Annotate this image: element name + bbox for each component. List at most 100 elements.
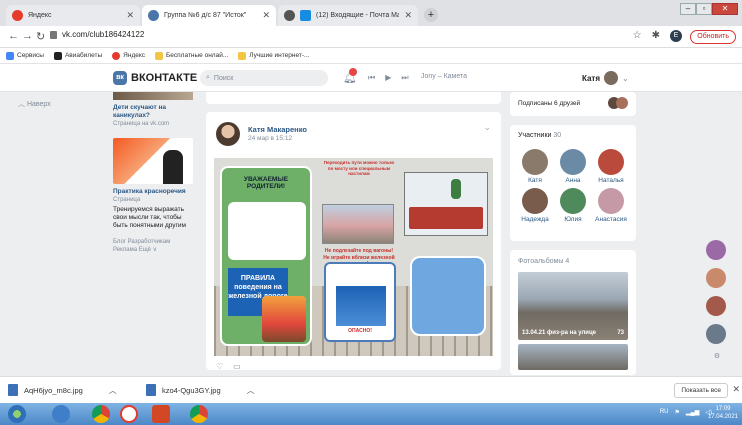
subscribed-friends[interactable]: Подписаны 6 друзей xyxy=(510,92,636,116)
tab-mail[interactable]: (12) Входящие - Почта Mail.ru ✕ xyxy=(278,5,418,26)
ad-image[interactable] xyxy=(113,138,193,184)
close-tab-icon[interactable]: ✕ xyxy=(126,10,134,21)
explorer-icon[interactable] xyxy=(52,405,70,423)
friends-settings-icon[interactable]: ⚙ xyxy=(706,352,728,360)
new-tab-button[interactable]: + xyxy=(424,8,438,22)
bookmark-label: Сервисы xyxy=(17,52,44,59)
user-name: Катя xyxy=(582,73,601,83)
prev-track-icon[interactable]: ⏮ xyxy=(368,73,375,83)
vk-logo[interactable]: вк ВКОНТАКТЕ xyxy=(113,71,197,85)
ad-title[interactable]: Дети скучают на каникулах? xyxy=(113,104,195,120)
avatar xyxy=(560,149,586,175)
network-icon[interactable]: ▂▄▆ xyxy=(686,409,699,416)
now-playing-track[interactable]: Jony – Камета xyxy=(421,73,467,80)
clock-date: 17.04.2021 xyxy=(707,414,738,420)
avatar[interactable] xyxy=(706,268,726,288)
poster-white-panel: ОПАСНО! xyxy=(324,262,396,342)
tab-title: Группа №6 д/с 87 "Исток" xyxy=(164,12,247,19)
yandex-icon xyxy=(12,10,23,21)
ad-person-image xyxy=(163,150,183,184)
member-item[interactable]: Юлия xyxy=(554,188,592,223)
show-all-button[interactable]: Показать все xyxy=(674,383,728,398)
members-header[interactable]: Участники 30 xyxy=(518,132,561,139)
bookmark-yandex[interactable]: Яндекс xyxy=(112,51,145,60)
profile-avatar[interactable]: E xyxy=(670,30,682,42)
yandex-browser-icon[interactable] xyxy=(120,405,138,423)
chevron-up-icon[interactable]: ︿ xyxy=(247,385,255,396)
back-to-top-label: Наверх xyxy=(26,101,51,108)
album-cover[interactable] xyxy=(518,344,628,370)
vk-logo-icon: вк xyxy=(113,71,127,85)
album-cover[interactable]: 73 13.04.21 физ-ра на улице xyxy=(518,272,628,340)
chevron-up-icon[interactable]: ︿ xyxy=(109,385,117,396)
post-image[interactable]: УВАЖАЕМЫЕ РОДИТЕЛИ! ПРАВИЛА поведения на… xyxy=(214,158,493,356)
avatar[interactable] xyxy=(706,296,726,316)
avatar xyxy=(598,188,624,214)
close-tab-icon[interactable]: ✕ xyxy=(262,10,270,21)
user-menu[interactable]: Катя ⌄ xyxy=(582,71,629,85)
member-item[interactable]: Катя xyxy=(516,149,554,184)
like-icon[interactable]: ♡ xyxy=(216,362,223,371)
forward-arrow-icon[interactable]: → xyxy=(22,30,33,42)
member-item[interactable]: Надежда xyxy=(516,188,554,223)
person-figure xyxy=(451,179,461,199)
folder-icon xyxy=(238,51,247,60)
close-tab-icon[interactable]: ✕ xyxy=(404,10,412,21)
star-icon[interactable]: ☆ xyxy=(633,30,642,42)
download-item[interactable]: AqH6jyo_m8c.jpg ︿ xyxy=(8,384,117,396)
post-menu-icon[interactable]: ⌄ xyxy=(483,122,491,133)
bookmark-avia[interactable]: Авиабилеты xyxy=(53,51,102,60)
avatar[interactable] xyxy=(706,240,726,260)
apps-grid-icon xyxy=(6,51,14,60)
vk-logo-text: ВКОНТАКТЕ xyxy=(131,72,198,84)
search-input[interactable]: ⌕ Поиск xyxy=(200,70,328,86)
back-arrow-icon[interactable]: ← xyxy=(8,30,19,42)
start-button[interactable] xyxy=(8,405,26,423)
download-item[interactable]: kzo4-Qgu3GY.jpg ︿ xyxy=(146,384,255,396)
lock-icon[interactable] xyxy=(50,31,57,39)
ad-text: Тренируемся выражать свои мысли так, что… xyxy=(113,206,187,229)
reload-icon[interactable]: ↻ xyxy=(36,30,45,43)
avatar[interactable] xyxy=(706,324,726,344)
comment-icon[interactable]: ▭ xyxy=(233,362,241,371)
ad-title[interactable]: Практика красноречия xyxy=(113,188,195,196)
chevron-down-icon: ⌄ xyxy=(622,73,629,83)
minimize-button[interactable]: – xyxy=(680,3,696,15)
maximize-button[interactable]: ▫ xyxy=(696,3,712,15)
tab-yandex[interactable]: Яндекс ✕ xyxy=(6,5,140,26)
play-icon[interactable]: ▶ xyxy=(385,73,391,83)
ad-subtitle: Страница xyxy=(113,197,141,203)
members-block: Участники 30 Катя Анна Наталья Надежда Ю… xyxy=(510,125,636,241)
ad-image[interactable] xyxy=(113,92,193,100)
member-item[interactable]: Анна xyxy=(554,149,592,184)
next-track-icon[interactable]: ⏭ xyxy=(401,73,408,83)
post-date[interactable]: 24 мар в 15:12 xyxy=(248,135,292,142)
download-filename: kzo4-Qgu3GY.jpg xyxy=(162,385,221,395)
member-item[interactable]: Анастасия xyxy=(592,188,630,223)
albums-header[interactable]: Фотоальбомы 4 xyxy=(518,258,569,265)
close-window-button[interactable]: ✕ xyxy=(712,3,738,15)
tab-vk-group[interactable]: Группа №6 д/с 87 "Исток" ✕ xyxy=(142,5,276,26)
url-field[interactable]: vk.com/club186424122 xyxy=(62,30,144,39)
language-indicator[interactable]: RU xyxy=(660,409,669,416)
members-count: 30 xyxy=(553,132,562,139)
back-to-top[interactable]: ︿ Наверх xyxy=(18,99,51,109)
powerpoint-icon[interactable] xyxy=(152,405,170,423)
footer-links[interactable]: Блог Разработчикам Реклама Ещё ∨ xyxy=(113,238,195,254)
plane-icon xyxy=(53,51,62,60)
chrome-icon[interactable] xyxy=(92,405,110,423)
bookmark-services[interactable]: Сервисы xyxy=(6,51,44,60)
chrome-icon[interactable] xyxy=(190,405,208,423)
bookmark-best-internet[interactable]: Лучшие интернет-... xyxy=(238,51,309,60)
author-avatar[interactable] xyxy=(216,122,240,146)
close-icon[interactable]: ✕ xyxy=(732,384,740,395)
update-button[interactable]: Обновить xyxy=(690,30,736,44)
post-author[interactable]: Катя Макаренко xyxy=(248,125,307,134)
flag-icon[interactable]: ⚑ xyxy=(675,409,680,416)
extensions-icon[interactable]: ✱ xyxy=(652,30,660,42)
avatar xyxy=(598,149,624,175)
bookmark-free-online[interactable]: Бесплатные онлай... xyxy=(155,51,228,60)
search-icon: ⌕ xyxy=(206,74,210,81)
clock[interactable]: 17:09 17.04.2021 xyxy=(708,405,738,421)
member-item[interactable]: Наталья xyxy=(592,149,630,184)
